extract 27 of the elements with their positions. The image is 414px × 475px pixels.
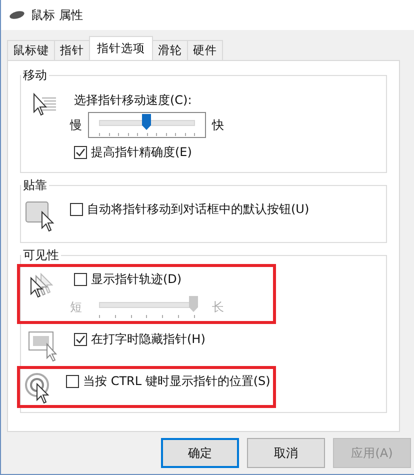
tab[interactable]: 鼠标键 <box>7 40 55 60</box>
checkbox-label: 提高指针精确度(E) <box>91 144 192 161</box>
checkbox-label: 显示指针轨迹(D) <box>91 271 182 288</box>
checkbox[interactable] <box>74 333 87 346</box>
checkbox[interactable] <box>74 273 87 286</box>
group-title: 贴靠 <box>22 177 48 194</box>
checkbox[interactable] <box>74 146 87 159</box>
slider-max-label: 快 <box>212 116 224 134</box>
checkbox-label: 自动将指针移动到对话框中的默认按钮(U) <box>87 201 310 218</box>
slider[interactable] <box>88 112 206 138</box>
checkbox-label: 在打字时隐藏指针(H) <box>91 331 206 348</box>
slider-max-label: 长 <box>212 298 224 316</box>
tab[interactable]: 硬件 <box>187 40 223 60</box>
checkbox-label: 当按 CTRL 键时显示指针的位置(S) <box>83 373 270 390</box>
mouse-icon <box>9 10 25 20</box>
slider-label: 选择指针移动速度(C): <box>74 92 193 109</box>
checkbox[interactable] <box>70 203 83 216</box>
slider-thumb[interactable] <box>142 114 151 130</box>
window-title: 鼠标 属性 <box>31 6 83 24</box>
dialog-button[interactable]: 取消 <box>247 438 325 468</box>
tab[interactable]: 指针选项 <box>89 36 153 60</box>
dialog-button[interactable]: 确定 <box>161 438 239 468</box>
slider-min-label: 慢 <box>70 116 82 134</box>
slider-min-label: 短 <box>70 298 82 316</box>
group-title: 移动 <box>22 67 48 84</box>
group-title: 可见性 <box>22 247 60 264</box>
checkbox[interactable] <box>66 375 79 388</box>
